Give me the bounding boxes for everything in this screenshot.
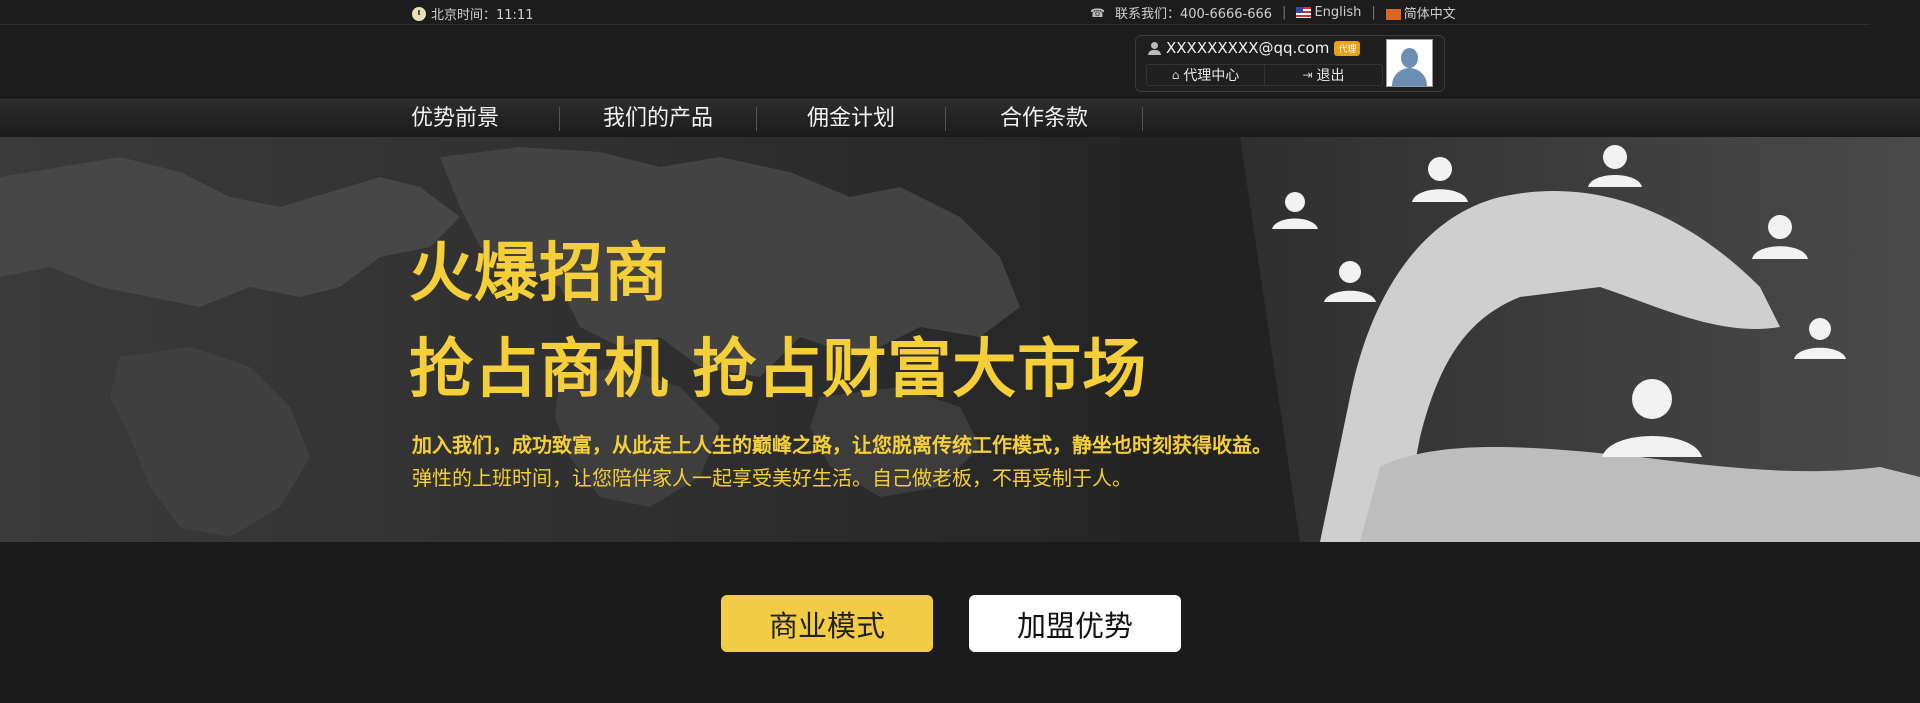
user-icon bbox=[1148, 41, 1161, 55]
agent-center-link[interactable]: ⌂ 代理中心 bbox=[1147, 65, 1264, 85]
main-nav: 优势前景 我们的产品 佣金计划 合作条款 bbox=[0, 99, 1920, 138]
lang-chinese-link[interactable]: 简体中文 bbox=[1385, 3, 1456, 22]
agent-center-label: 代理中心 bbox=[1183, 68, 1240, 84]
logout-label: 退出 bbox=[1316, 68, 1345, 84]
phone-icon: ☎ bbox=[1090, 5, 1105, 20]
lang-chinese-label: 简体中文 bbox=[1403, 7, 1456, 22]
agent-badge: 代理 bbox=[1334, 40, 1361, 56]
clock-icon bbox=[412, 6, 426, 21]
user-panel: XXXXXXXXX@qq.com 代理 ⌂ 代理中心 ⇥ 退出 bbox=[1135, 35, 1445, 92]
nav-item-commission[interactable]: 佣金计划 bbox=[757, 100, 945, 138]
business-hands-image bbox=[1120, 137, 1920, 542]
hero-description-line2: 弹性的上班时间，让您陪伴家人一起享受美好生活。自己做老板，不再受制于人。 bbox=[412, 466, 1132, 490]
cn-flag-icon bbox=[1385, 9, 1401, 20]
avatar[interactable] bbox=[1386, 39, 1433, 87]
hero-banner: 火爆招商 抢占商机 抢占财富大市场 加入我们，成功致富，从此走上人生的巅峰之路，… bbox=[0, 137, 1920, 542]
nav-item-terms[interactable]: 合作条款 bbox=[946, 100, 1142, 138]
logout-link[interactable]: ⇥ 退出 bbox=[1264, 65, 1382, 85]
home-icon: ⌂ bbox=[1171, 68, 1180, 82]
divider: | bbox=[1371, 5, 1376, 20]
avatar-body bbox=[1392, 68, 1427, 86]
us-flag-icon bbox=[1296, 7, 1312, 18]
nav-divider bbox=[1142, 107, 1143, 131]
beijing-time: 北京时间：11:11 bbox=[412, 4, 533, 23]
user-links: ⌂ 代理中心 ⇥ 退出 bbox=[1146, 64, 1383, 86]
nav-item-advantages[interactable]: 优势前景 bbox=[411, 100, 559, 138]
hero-description-line1: 加入我们，成功致富，从此走上人生的巅峰之路，让您脱离传统工作模式，静坐也时刻获得… bbox=[412, 433, 1272, 457]
bottom-section bbox=[0, 542, 1920, 703]
lang-english-link[interactable]: English bbox=[1296, 5, 1361, 20]
user-email-text: XXXXXXXXX@qq.com bbox=[1166, 39, 1330, 57]
nav-item-products[interactable]: 我们的产品 bbox=[560, 100, 756, 138]
join-advantage-button[interactable]: 加盟优势 bbox=[969, 595, 1181, 652]
hero-title-primary: 火爆招商 bbox=[409, 237, 669, 311]
beijing-time-text: 北京时间：11:11 bbox=[431, 8, 534, 23]
logout-icon: ⇥ bbox=[1302, 68, 1313, 82]
divider: | bbox=[1282, 5, 1287, 20]
top-right-links: ☎ 联系我们：400-6666-666 | English | 简体中文 bbox=[1090, 3, 1456, 22]
header bbox=[0, 25, 1920, 99]
user-email: XXXXXXXXX@qq.com 代理 bbox=[1148, 39, 1361, 57]
avatar-head bbox=[1401, 48, 1418, 68]
hero-title-secondary: 抢占商机 抢占财富大市场 bbox=[409, 333, 1148, 407]
lang-english-label: English bbox=[1314, 5, 1362, 20]
top-bar: 北京时间：11:11 ☎ 联系我们：400-6666-666 | English… bbox=[0, 0, 1920, 25]
nav-items: 优势前景 我们的产品 佣金计划 合作条款 bbox=[411, 100, 1143, 138]
business-model-button[interactable]: 商业模式 bbox=[721, 595, 933, 652]
contact-text: 联系我们：400-6666-666 bbox=[1114, 7, 1273, 22]
